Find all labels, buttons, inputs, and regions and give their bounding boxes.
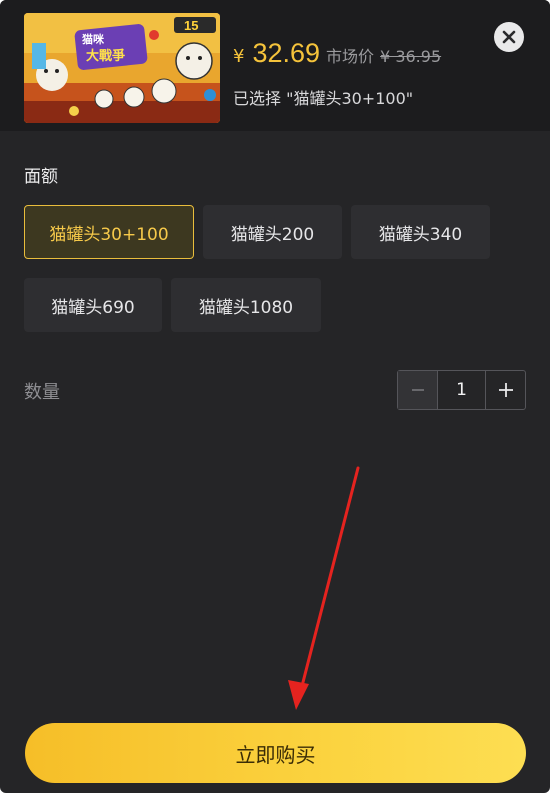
purchase-panel: 15 猫咪 大戰爭 ¥ 32.69 市场价 ¥ 36.95 已选择 "猫罐头30… bbox=[0, 0, 550, 793]
denomination-label: 面额 bbox=[24, 167, 58, 187]
selected-option-text: 已选择 "猫罐头30+100" bbox=[233, 89, 414, 108]
price-row: ¥ 32.69 市场价 ¥ 36.95 bbox=[233, 38, 441, 78]
close-icon bbox=[502, 30, 516, 44]
market-price: ¥ 36.95 bbox=[380, 47, 442, 66]
quantity-value[interactable]: 1 bbox=[437, 371, 486, 409]
product-header: 15 猫咪 大戰爭 ¥ 32.69 市场价 ¥ 36.95 已选择 "猫罐头30… bbox=[0, 0, 550, 131]
option-cans-200[interactable]: 猫罐头200 bbox=[203, 205, 342, 259]
market-price-label: 市场价 bbox=[326, 47, 375, 66]
close-button[interactable] bbox=[494, 22, 524, 52]
quantity-label: 数量 bbox=[24, 382, 60, 403]
product-image-title: 猫咪 bbox=[82, 32, 105, 46]
product-badge: 15 bbox=[184, 18, 198, 33]
quantity-stepper: 1 bbox=[397, 370, 526, 410]
quantity-decrease-button[interactable] bbox=[398, 371, 437, 409]
option-cans-690[interactable]: 猫罐头690 bbox=[24, 278, 162, 332]
current-price: 32.69 bbox=[252, 38, 321, 68]
option-cans-30-100[interactable]: 猫罐头30+100 bbox=[24, 205, 194, 259]
product-image: 15 猫咪 大戰爭 bbox=[24, 13, 220, 123]
currency-symbol: ¥ bbox=[233, 46, 245, 67]
product-image-title-2: 大戰爭 bbox=[86, 48, 125, 64]
minus-icon bbox=[411, 389, 424, 391]
buy-now-button[interactable]: 立即购买 bbox=[25, 723, 526, 783]
option-cans-1080[interactable]: 猫罐头1080 bbox=[171, 278, 321, 332]
quantity-increase-button[interactable] bbox=[486, 371, 525, 409]
plus-icon bbox=[498, 383, 513, 397]
option-cans-340[interactable]: 猫罐头340 bbox=[351, 205, 490, 259]
